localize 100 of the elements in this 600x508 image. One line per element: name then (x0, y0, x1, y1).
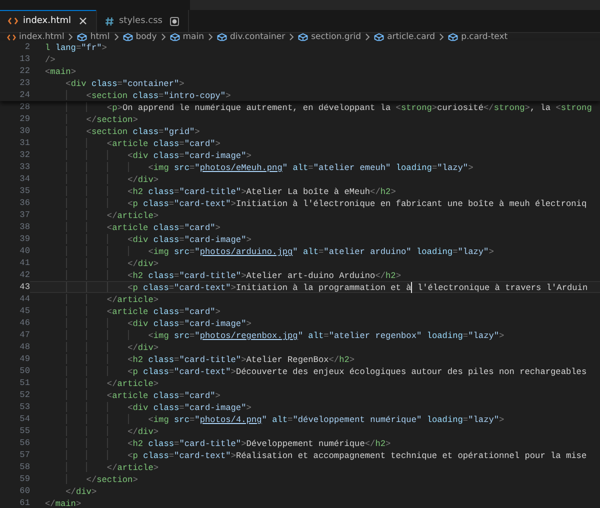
chevron-right-icon (289, 33, 294, 41)
code-line: <p class="card-text">Réalisation et accompagnement technique et opérationnel pour la mise (45, 449, 600, 461)
code-line: <h2 class="card-title">Atelier RegenBox</h2> (45, 353, 600, 365)
code-line: <article class="card"> (45, 305, 600, 317)
chevron-right-icon (68, 33, 74, 41)
code-line: </div> (45, 341, 600, 353)
cube-icon (77, 32, 88, 42)
code-line: <h2 class="card-title">Atelier La boîte à eMeuh</h2> (45, 185, 600, 197)
code-line: <h2 class="card-title">Développement numérique</h2> (45, 437, 600, 449)
line-number: 38 (18, 221, 30, 233)
text-cursor (411, 282, 412, 293)
line-number: 45 (18, 305, 30, 317)
line-number: 22 (18, 65, 30, 77)
line-number: 13 (18, 53, 30, 65)
line-number: 60 (18, 485, 30, 497)
code-line: </main> (45, 498, 82, 508)
line-number: 2 (24, 41, 30, 53)
line-number: 56 (18, 437, 30, 449)
code-line: </div> (64, 486, 98, 497)
line-number: 47 (18, 329, 30, 341)
line-number: 24 (18, 89, 30, 101)
code-line: </article> (45, 209, 600, 221)
code-line: <div class="card-image"> (45, 233, 600, 245)
code-line: <img src="photos/4.png" alt="développement numérique" loading="lazy"> (45, 413, 600, 425)
line-number: 31 (18, 137, 30, 149)
line-number: 44 (18, 293, 30, 305)
breadcrumb-item[interactable]: index.html (19, 32, 64, 42)
cube-icon (374, 32, 384, 42)
line-number: 32 (18, 149, 30, 161)
code-line: <section class="grid"> (45, 125, 600, 137)
line-number: 37 (18, 209, 30, 221)
code-brackets-icon (7, 34, 16, 40)
line-number: 23 (18, 77, 30, 89)
code-line: </article> (45, 293, 600, 305)
line-number: 28 (18, 101, 30, 113)
line-number: 51 (18, 377, 30, 389)
line-number: 58 (18, 461, 30, 473)
line-number: 42 (18, 269, 30, 281)
line-number: 61 (18, 497, 30, 508)
code-line: <p>On apprend le numérique autrement, en développant la <strong>curiosité</strong>, la <strong (45, 101, 600, 113)
code-line: <article class="card"> (45, 389, 600, 401)
line-number: 52 (18, 389, 30, 401)
line-number: 49 (18, 353, 30, 365)
code-line: <img src="photos/arduino.jpg" alt="atelier arduino" loading="lazy"> (45, 245, 600, 257)
cube-icon (216, 32, 227, 42)
line-number: 54 (18, 413, 30, 425)
code-line: </div> (45, 173, 600, 185)
line-number: 55 (18, 425, 30, 437)
breadcrumb-item[interactable]: article.card (387, 32, 436, 42)
breadcrumb-item[interactable]: body (136, 32, 157, 42)
code-line: <img src="photos/eMeuh.png" alt="atelier emeuh" loading="lazy"> (45, 161, 600, 173)
cube-icon (298, 32, 308, 42)
line-number: 40 (18, 245, 30, 257)
code-line: <p class="card-text">Découverte des enjeux écologiques autour des piles non rechargeables (45, 365, 600, 377)
code-line: <div class="card-image"> (45, 149, 600, 161)
code-line: <article class="card"> (45, 221, 600, 233)
code-line: <section class="intro-copy"> (45, 89, 600, 101)
code-line: /> (45, 54, 56, 65)
code-line: <h2 class="card-title">Atelier art-duino Arduino</h2> (45, 269, 600, 281)
chevron-right-icon (208, 33, 213, 41)
cube-icon (122, 32, 133, 42)
line-number: 41 (18, 257, 30, 269)
code-line: </div> (45, 425, 600, 437)
code-line: <div class="container"> (64, 78, 186, 89)
breadcrumb-item[interactable]: p.card-text (461, 32, 508, 42)
chevron-right-icon (114, 33, 119, 41)
breadcrumb-item[interactable]: html (90, 32, 110, 42)
close-icon[interactable] (78, 17, 87, 25)
cube-icon (170, 32, 180, 42)
code-line: <img src="photos/regenbox.jpg" alt="atelier regenbox" loading="lazy"> (45, 329, 600, 341)
line-number: 48 (18, 341, 30, 353)
line-number: 59 (18, 473, 30, 485)
code-brackets-icon (8, 17, 18, 25)
code-line: <p class="card-text">Initiation à l'électronique en fabricant une boîte à meuh électroniq (45, 197, 600, 209)
line-number: 46 (18, 317, 30, 329)
code-line: l lang="fr"> (45, 42, 108, 53)
line-number: 57 (18, 449, 30, 461)
breadcrumb-item[interactable]: div.container (230, 32, 286, 42)
code-line: </section> (45, 113, 600, 125)
chevron-right-icon (365, 33, 370, 41)
breadcrumb-item[interactable]: section.grid (311, 32, 362, 42)
modified-icon[interactable] (170, 16, 180, 26)
breadcrumb-item[interactable]: main (182, 32, 204, 42)
line-number: 30 (18, 125, 30, 137)
code-line: </article> (45, 377, 600, 389)
line-number: 43 (18, 281, 30, 293)
line-number: 50 (18, 365, 30, 377)
line-number: 53 (18, 401, 30, 413)
code-line: </section> (45, 473, 600, 485)
code-line: <article class="card"> (45, 137, 600, 149)
line-number: 29 (18, 113, 30, 125)
line-number: 33 (18, 161, 30, 173)
code-line: <main> (45, 66, 77, 77)
line-number: 35 (18, 185, 30, 197)
editor-tab[interactable]: index.html (0, 10, 97, 32)
line-number: 34 (18, 173, 30, 185)
hash-icon (104, 16, 114, 26)
chevron-right-icon (160, 33, 166, 41)
code-line: </div> (45, 257, 600, 269)
code-line: </article> (45, 461, 600, 473)
